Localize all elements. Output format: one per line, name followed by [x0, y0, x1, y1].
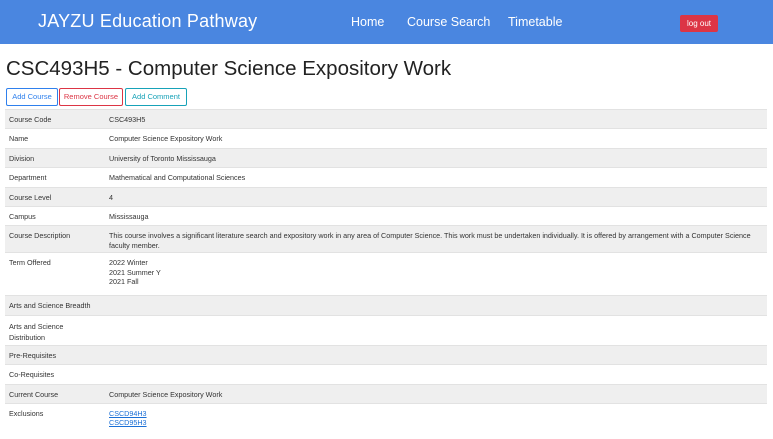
term-offered-value: 2022 Winter 2021 Summer Y 2021 Fall — [105, 252, 767, 296]
distribution-value — [105, 314, 767, 346]
table-row: Arts and Science Distribution — [5, 314, 767, 346]
term-item: 2021 Summer Y — [109, 267, 161, 277]
term-offered-label: Term Offered — [5, 252, 105, 296]
table-row: Co-Requisites — [5, 364, 767, 385]
prerequisites-value — [105, 344, 767, 365]
remove-course-button[interactable]: Remove Course — [59, 88, 123, 106]
current-course-value: Computer Science Expository Work — [105, 383, 767, 404]
term-item: 2022 Winter — [109, 258, 148, 268]
prerequisites-label: Pre-Requisites — [5, 344, 105, 365]
department-value: Mathematical and Computational Sciences — [105, 167, 767, 188]
name-value: Computer Science Expository Work — [105, 128, 767, 149]
exclusion-link[interactable]: CSCD94H3 — [109, 409, 763, 418]
table-row: Current Course Computer Science Exposito… — [5, 383, 767, 404]
table-row: Pre-Requisites — [5, 344, 767, 365]
page-title: CSC493H5 - Computer Science Expository W… — [6, 57, 452, 80]
table-row: Arts and Science Breadth — [5, 295, 767, 316]
logout-button[interactable]: log out — [680, 15, 718, 32]
brand-title[interactable]: JAYZU Education Pathway — [38, 11, 257, 32]
exclusion-link[interactable]: CSCD95H3 — [109, 418, 763, 427]
distribution-label: Arts and Science Distribution — [5, 314, 105, 346]
table-row: Course Level 4 — [5, 186, 767, 207]
division-value: University of Toronto Mississauga — [105, 147, 767, 168]
add-course-button[interactable]: Add Course — [6, 88, 58, 106]
nav-course-search-link[interactable]: Course Search — [407, 15, 490, 29]
current-course-label: Current Course — [5, 383, 105, 404]
term-item: 2021 Fall — [109, 277, 139, 287]
top-navbar: JAYZU Education Pathway Home Course Sear… — [0, 0, 773, 44]
corequisites-value — [105, 364, 767, 385]
course-level-label: Course Level — [5, 186, 105, 207]
course-level-value: 4 — [105, 186, 767, 207]
nav-timetable-link[interactable]: Timetable — [508, 15, 562, 29]
department-label: Department — [5, 167, 105, 188]
table-row: Term Offered 2022 Winter 2021 Summer Y 2… — [5, 252, 767, 296]
exclusions-value: CSCD94H3 CSCD95H3 — [105, 402, 767, 434]
description-label: Course Description — [5, 225, 105, 253]
nav-home-link[interactable]: Home — [351, 15, 384, 29]
table-row: Division University of Toronto Mississau… — [5, 147, 767, 168]
division-label: Division — [5, 147, 105, 168]
breadth-label: Arts and Science Breadth — [5, 295, 105, 316]
course-code-label: Course Code — [5, 108, 105, 129]
description-value: This course involves a significant liter… — [105, 225, 767, 253]
corequisites-label: Co-Requisites — [5, 364, 105, 385]
add-comment-button[interactable]: Add Comment — [125, 88, 187, 106]
breadth-value — [105, 295, 767, 316]
table-row: Course Description This course involves … — [5, 225, 767, 253]
campus-label: Campus — [5, 205, 105, 226]
table-row: Campus Mississauga — [5, 205, 767, 226]
table-row: Course Code CSC493H5 — [5, 108, 767, 129]
exclusions-label: Exclusions — [5, 402, 105, 434]
table-row: Name Computer Science Expository Work — [5, 128, 767, 149]
course-code-value: CSC493H5 — [105, 108, 767, 129]
table-row: Exclusions CSCD94H3 CSCD95H3 — [5, 402, 767, 434]
course-details-table: Course Code CSC493H5 Name Computer Scien… — [5, 108, 767, 434]
campus-value: Mississauga — [105, 205, 767, 226]
table-row: Department Mathematical and Computationa… — [5, 167, 767, 188]
name-label: Name — [5, 128, 105, 149]
